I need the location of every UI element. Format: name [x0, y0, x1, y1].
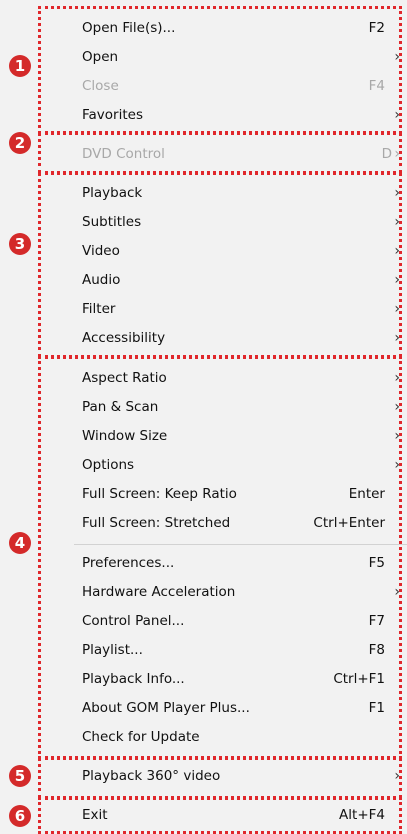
annotation-box-3: [38, 172, 402, 358]
annotation-box-6: [38, 797, 402, 834]
annotation-box-2: [38, 132, 402, 174]
annotation-box-5: [38, 757, 402, 799]
context-menu: Open File(s)... F2 Open › Close F4 Favor…: [0, 0, 407, 834]
number-badge: 4: [9, 532, 31, 554]
number-badge: 2: [9, 132, 31, 154]
annotation-box-1: [38, 6, 402, 134]
number-badge: 1: [9, 55, 31, 77]
number-badge: 3: [9, 233, 31, 255]
number-badge: 5: [9, 765, 31, 787]
annotation-box-4: [38, 356, 402, 759]
number-badge: 6: [9, 805, 31, 827]
